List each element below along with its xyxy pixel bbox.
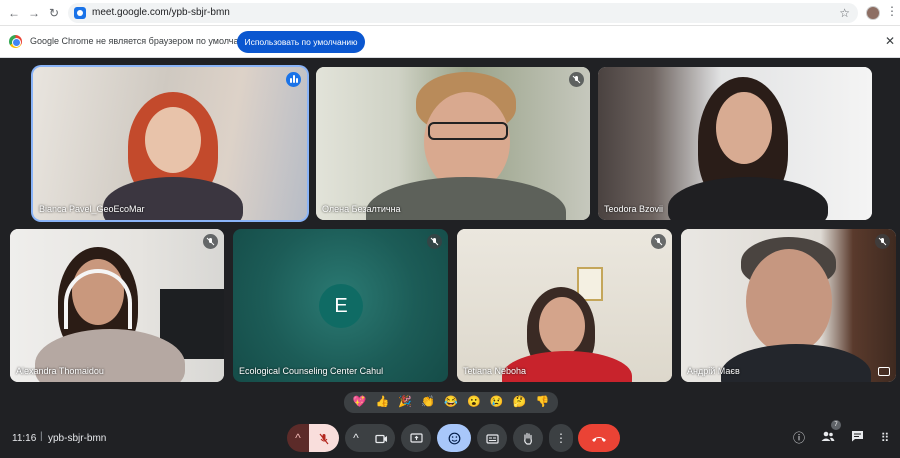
- infobar-message: Google Chrome не является браузером по у…: [30, 36, 258, 46]
- mic-toggle-button[interactable]: [309, 424, 339, 452]
- forward-button[interactable]: →: [26, 5, 42, 21]
- participant-face: [539, 297, 585, 355]
- participant-name: Олена Безалтична: [322, 204, 401, 214]
- meeting-details-icon[interactable]: ⓘ: [791, 430, 807, 446]
- video-options-button[interactable]: ^: [345, 424, 367, 452]
- participant-tile[interactable]: Alexandra Thomaidou: [10, 229, 224, 382]
- participant-tile[interactable]: E Ecological Counseling Center Cahul: [233, 229, 448, 382]
- activities-grid-icon[interactable]: ⠿: [877, 430, 893, 446]
- end-call-icon: [592, 436, 606, 442]
- participant-face: [716, 92, 772, 164]
- people-button[interactable]: [820, 430, 836, 446]
- avatar: E: [319, 284, 363, 328]
- present-screen-icon: [409, 433, 423, 443]
- url-text: meet.google.com/ypb-sbjr-bmn: [92, 7, 230, 18]
- participant-tile[interactable]: Bianca Pavel_GeoEcoMar: [33, 67, 307, 220]
- reactions-bar: 💖 👍 🎉 👏 😂 😮 😢 🤔 👎: [344, 392, 558, 413]
- audio-options-button[interactable]: ^: [287, 424, 309, 452]
- participant-face: [145, 107, 201, 173]
- chrome-logo-icon: [9, 35, 22, 48]
- leave-call-button[interactable]: [578, 424, 620, 452]
- participant-face: [746, 249, 832, 354]
- reaction-surprised[interactable]: 😮: [467, 392, 481, 413]
- meeting-time: 11:16: [12, 433, 37, 444]
- meeting-separator: |: [40, 431, 43, 442]
- reaction-thumbs-up[interactable]: 👍: [375, 392, 389, 413]
- more-options-button[interactable]: ⋮: [549, 424, 573, 452]
- participant-name: Bianca Pavel_GeoEcoMar: [39, 204, 145, 214]
- back-button[interactable]: ←: [6, 5, 22, 21]
- reaction-clap[interactable]: 👏: [421, 392, 435, 413]
- participants-count-badge: 7: [831, 420, 841, 430]
- reactions-button[interactable]: [437, 424, 471, 452]
- reaction-heart[interactable]: 💖: [353, 392, 367, 413]
- raise-hand-button[interactable]: [513, 424, 543, 452]
- chat-icon: [851, 431, 863, 442]
- bookmark-star-icon[interactable]: ☆: [839, 6, 850, 20]
- mic-off-icon: [319, 433, 329, 445]
- close-icon[interactable]: ✕: [885, 34, 895, 48]
- reaction-thumbs-down[interactable]: 👎: [536, 392, 550, 413]
- headphones: [64, 269, 132, 329]
- browser-toolbar: ← → ↻ meet.google.com/ypb-sbjr-bmn ☆ ⋮: [0, 0, 900, 26]
- meet-site-icon: [74, 7, 86, 19]
- browser-menu-icon[interactable]: ⋮: [886, 4, 898, 18]
- captions-icon: [485, 434, 499, 444]
- participant-tile[interactable]: Tetiana Neboha: [457, 229, 672, 382]
- reaction-sad[interactable]: 😢: [490, 392, 504, 413]
- meeting-code: ypb-sbjr-bmn: [48, 433, 107, 444]
- reload-button[interactable]: ↻: [46, 5, 62, 21]
- set-default-button[interactable]: Использовать по умолчанию: [237, 31, 365, 53]
- mic-off-icon: [569, 72, 584, 87]
- participant-name: Tetiana Neboha: [463, 366, 527, 376]
- reaction-party[interactable]: 🎉: [398, 392, 412, 413]
- participant-tile[interactable]: Teodora Bzovii: [598, 67, 872, 220]
- camera-toggle-button[interactable]: [367, 424, 395, 452]
- glasses: [428, 122, 508, 140]
- people-icon: [821, 431, 835, 441]
- participant-name: Teodora Bzovii: [604, 204, 664, 214]
- profile-avatar[interactable]: [866, 6, 880, 20]
- reaction-thinking[interactable]: 🤔: [513, 392, 527, 413]
- captions-button[interactable]: [477, 424, 507, 452]
- chat-button[interactable]: [849, 430, 865, 446]
- mic-off-icon: [875, 234, 890, 249]
- participant-name: Ecological Counseling Center Cahul: [239, 366, 384, 376]
- emoji-icon: [448, 432, 460, 445]
- mic-off-icon: [203, 234, 218, 249]
- participant-tile[interactable]: Андрій Маєв: [681, 229, 896, 382]
- address-bar[interactable]: meet.google.com/ypb-sbjr-bmn ☆: [68, 3, 858, 23]
- participant-name: Alexandra Thomaidou: [16, 366, 104, 376]
- speaking-indicator-icon: [286, 72, 301, 87]
- mic-off-icon: [651, 234, 666, 249]
- default-browser-infobar: Google Chrome не является браузером по у…: [0, 26, 900, 58]
- reaction-laugh[interactable]: 😂: [444, 392, 458, 413]
- picture-in-picture-icon[interactable]: [878, 367, 890, 376]
- mic-off-icon: [427, 234, 442, 249]
- camera-icon: [374, 434, 387, 443]
- participant-tile[interactable]: Олена Безалтична: [316, 67, 590, 220]
- participant-name: Андрій Маєв: [687, 366, 740, 376]
- present-screen-button[interactable]: [401, 424, 431, 452]
- hand-icon: [524, 433, 532, 445]
